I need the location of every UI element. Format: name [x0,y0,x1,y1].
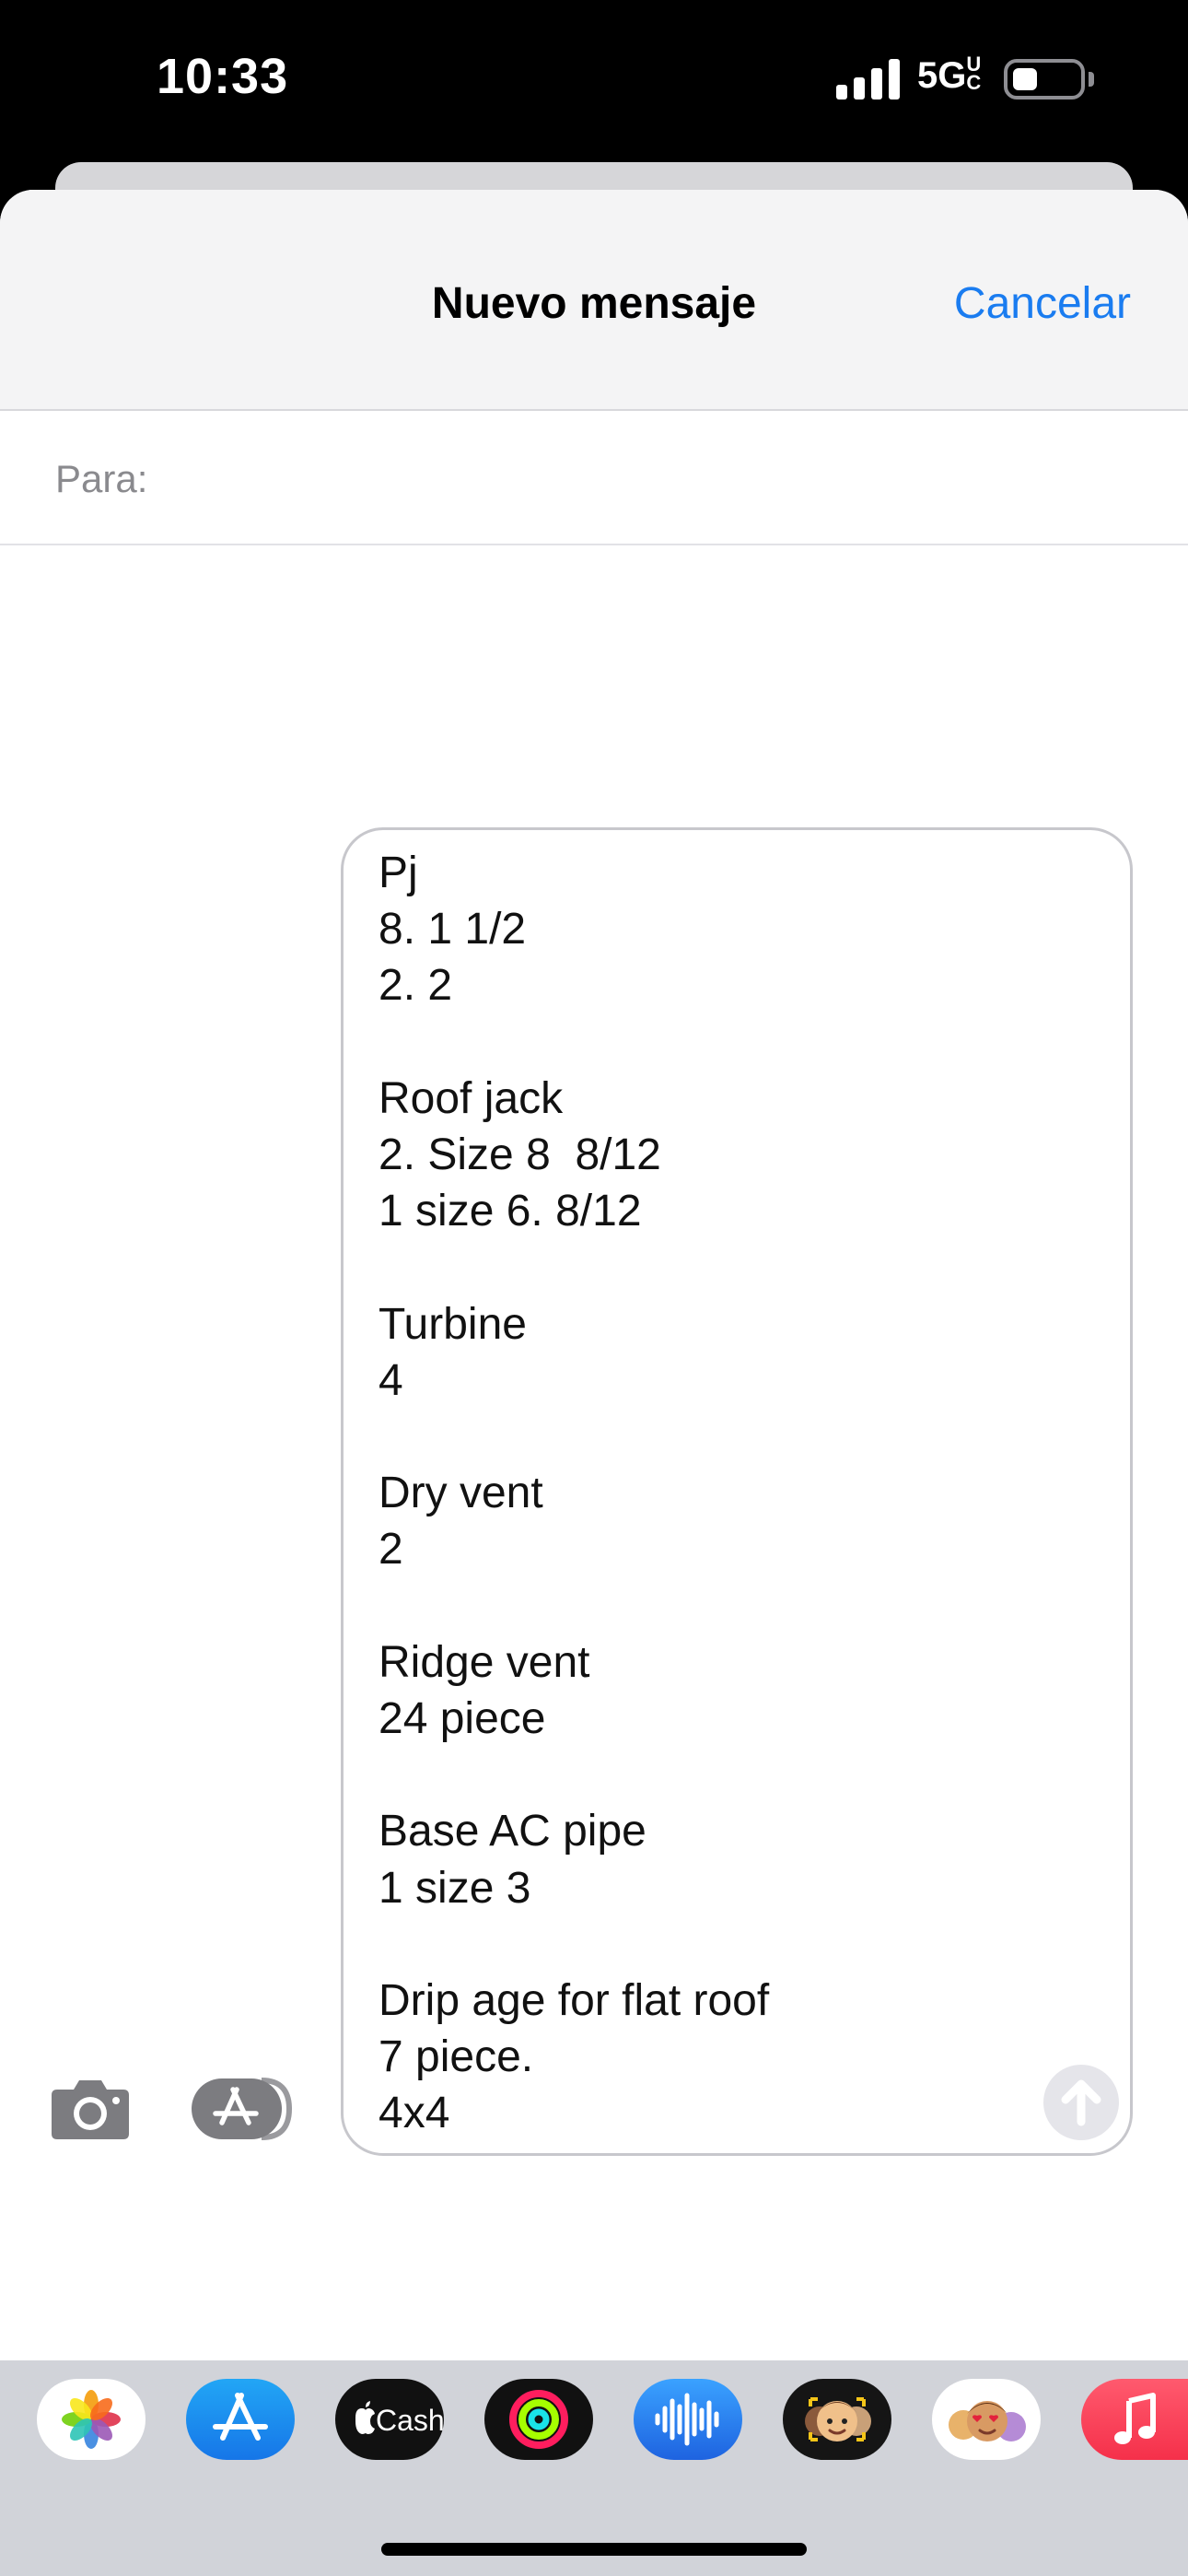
imessage-app-strip: Cash [0,2360,1188,2576]
camera-icon [52,2080,129,2139]
apps-button[interactable] [192,2077,295,2141]
message-draft-text: Pj 8. 1 1/2 2. 2 Roof jack 2. Size 8 8/1… [379,849,770,2138]
cellular-signal-icon [836,59,901,100]
sheet-header: Nuevo mensaje Cancelar [0,190,1188,411]
app-store-icon [192,2078,293,2140]
home-indicator[interactable] [381,2543,807,2556]
arrow-up-icon [1061,2079,1101,2126]
camera-button[interactable] [48,2073,133,2143]
cancel-button[interactable]: Cancelar [954,278,1131,329]
status-time: 10:33 [157,49,289,104]
cash-label: Cash [376,2404,444,2437]
recipient-label: Para: [55,457,148,500]
photos-icon[interactable] [37,2379,146,2460]
network-type: 5GU C [917,53,982,97]
memoji-icon[interactable] [783,2379,891,2460]
activity-icon[interactable] [484,2379,593,2460]
send-button[interactable] [1043,2065,1119,2140]
music-icon[interactable] [1081,2379,1188,2460]
battery-low-icon [1004,59,1085,100]
voice-memos-icon[interactable] [634,2379,742,2460]
message-input[interactable]: Pj 8. 1 1/2 2. 2 Roof jack 2. Size 8 8/1… [341,827,1133,2156]
memoji-stickers-icon[interactable] [932,2379,1041,2460]
status-bar: 10:33 5GU C [0,0,1188,161]
recipient-field[interactable]: Para: [0,411,1188,545]
battery-tip [1089,72,1094,87]
app-store-icon[interactable] [186,2379,295,2460]
apple-cash-icon[interactable]: Cash [335,2379,444,2460]
